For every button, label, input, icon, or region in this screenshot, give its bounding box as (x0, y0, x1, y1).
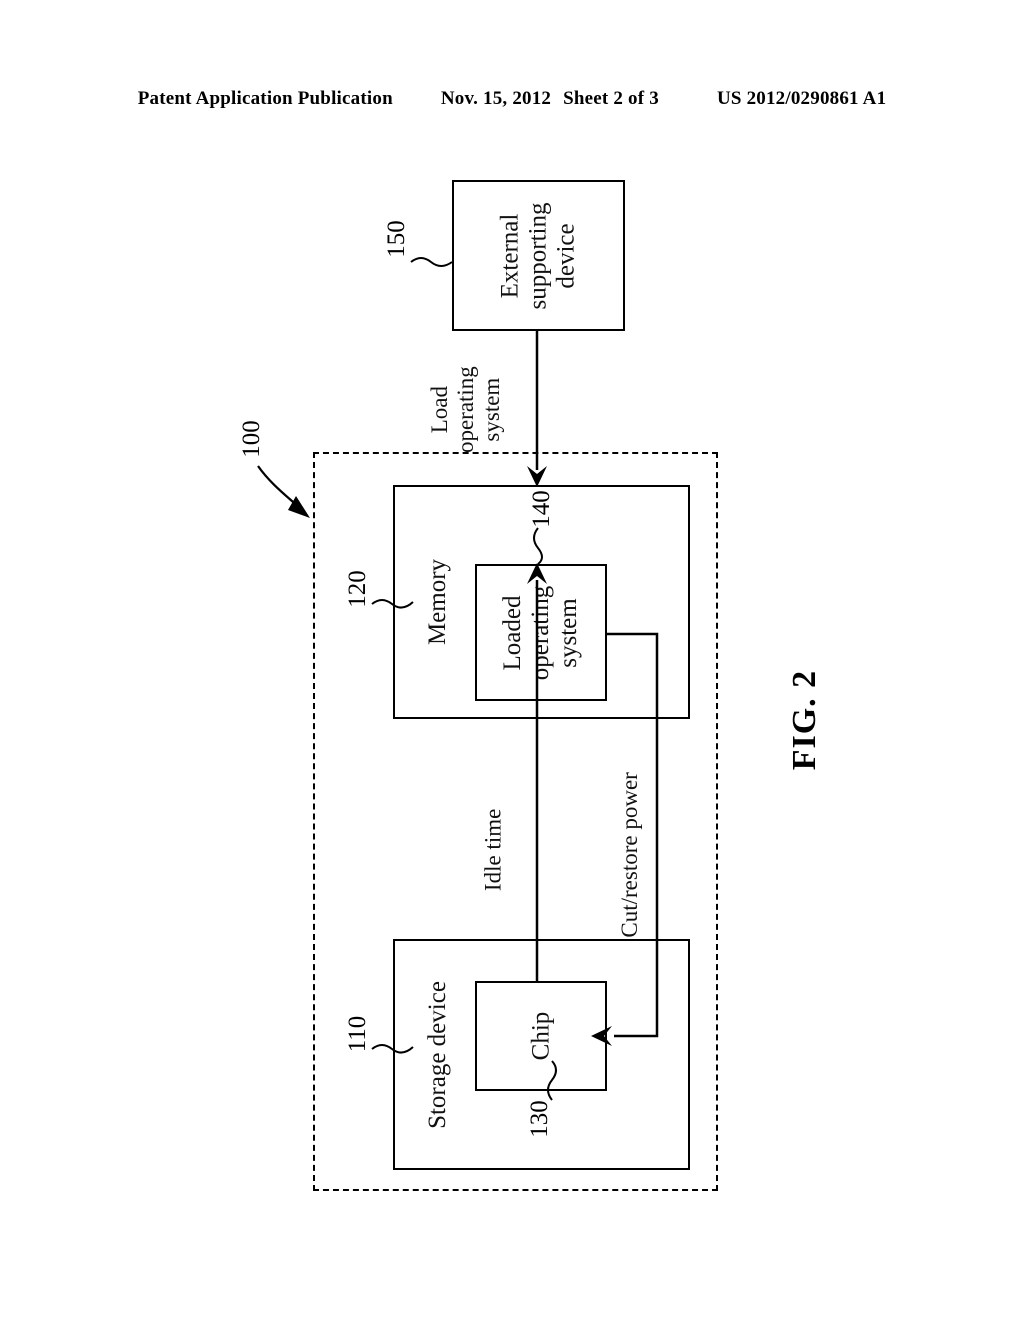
ref-numeral-130: 130 (526, 1100, 553, 1138)
chip-label: Chip (527, 1011, 554, 1061)
ref-numeral-150: 150 (383, 220, 410, 258)
ref-numeral-100: 100 (238, 420, 265, 458)
ref-numeral-120: 120 (344, 570, 371, 608)
memory-label-wrap: Memory (393, 485, 483, 719)
cut-restore-power-edge-label: Cut/restore power (617, 772, 643, 938)
chip-block: Chip (475, 981, 607, 1091)
external-supporting-device-block: External supporting device (452, 180, 625, 331)
ref-numeral-110: 110 (344, 1015, 371, 1053)
storage-device-label: Storage device (424, 980, 452, 1129)
idle-time-edge-label: Idle time (480, 808, 506, 892)
figure-diagram: External supporting device Memory Loaded… (0, 0, 1024, 1320)
storage-device-label-wrap: Storage device (393, 939, 483, 1170)
load-operating-system-edge-label: Load operating system (426, 366, 503, 454)
loaded-operating-system-block: Loaded operating system (475, 564, 607, 701)
ref-numeral-140: 140 (528, 490, 555, 528)
figure-caption: FIG. 2 (785, 669, 823, 771)
loaded-operating-system-label: Loaded operating system (498, 585, 582, 680)
external-supporting-device-label: External supporting device (496, 202, 580, 309)
memory-label: Memory (423, 558, 451, 646)
